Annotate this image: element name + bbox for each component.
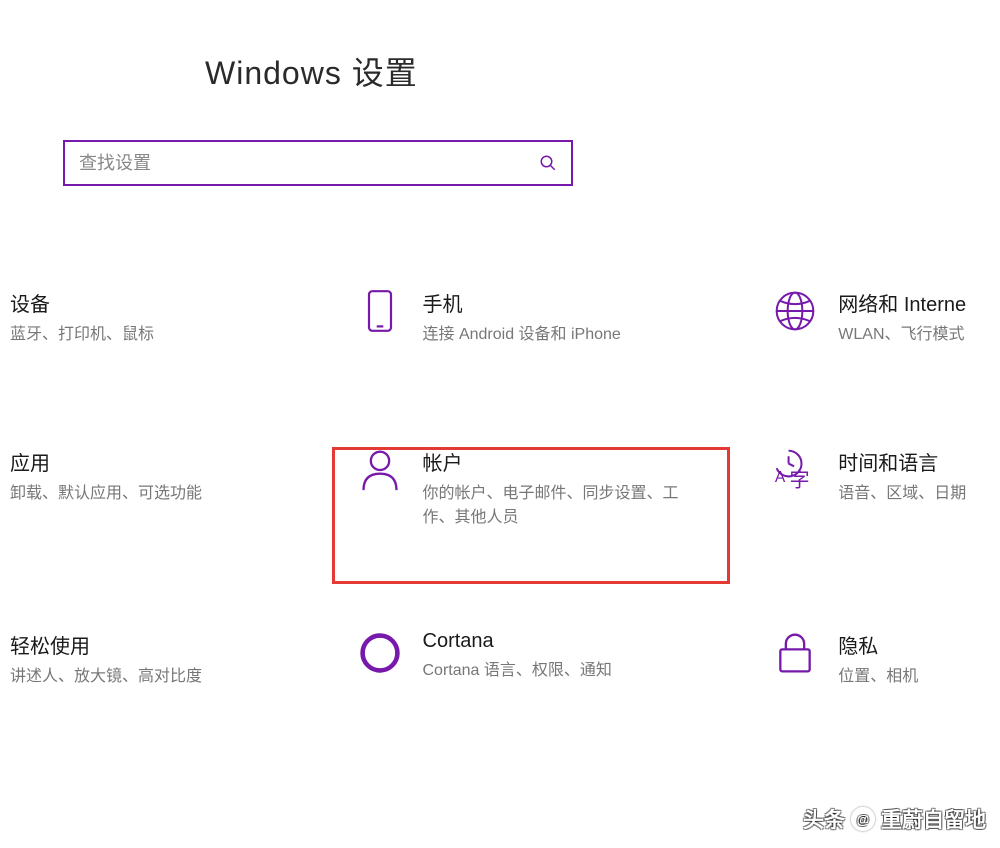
tile-title: 时间和语言 (838, 447, 966, 476)
phone-icon (357, 288, 403, 334)
tile-title: 帐户 (423, 447, 683, 476)
tile-title: 应用 (10, 447, 202, 476)
tile-title: 网络和 Interne (838, 288, 966, 317)
tile-phone[interactable]: 手机 连接 Android 设备和 iPhone (357, 288, 773, 347)
tile-desc: 位置、相机 (838, 665, 918, 689)
tile-title: 设备 (10, 288, 154, 317)
cortana-icon (357, 630, 403, 676)
tile-network[interactable]: 网络和 Interne WLAN、飞行模式 (772, 288, 1000, 347)
tile-apps[interactable]: 应用 卸载、默认应用、可选功能 (10, 447, 357, 506)
tile-desc: 蓝牙、打印机、鼠标 (10, 323, 154, 347)
watermark-prefix: 头条 (803, 804, 845, 834)
tile-title: 轻松使用 (10, 630, 202, 659)
tile-privacy[interactable]: 隐私 位置、相机 (772, 630, 1000, 689)
search-box[interactable] (63, 140, 573, 186)
lock-icon (772, 630, 818, 676)
watermark-at-icon: @ (851, 807, 875, 831)
tile-devices[interactable]: 设备 蓝牙、打印机、鼠标 (10, 288, 357, 347)
tile-desc: 讲述人、放大镜、高对比度 (10, 665, 202, 689)
tile-title: Cortana (423, 630, 612, 653)
watermark: 头条 @ 重蔚自留地 (803, 804, 986, 834)
time-language-icon: 字 A (772, 447, 818, 493)
tile-desc: 你的帐户、电子邮件、同步设置、工作、其他人员 (423, 482, 683, 530)
svg-text:A: A (775, 469, 786, 486)
globe-icon (772, 288, 818, 334)
tile-desc: 连接 Android 设备和 iPhone (423, 323, 621, 347)
svg-text:字: 字 (790, 469, 810, 492)
tile-desc: 卸载、默认应用、可选功能 (10, 482, 202, 506)
tile-accounts[interactable]: 帐户 你的帐户、电子邮件、同步设置、工作、其他人员 (357, 447, 773, 530)
search-icon (539, 154, 557, 172)
tile-desc: 语音、区域、日期 (838, 482, 966, 506)
settings-categories: 设备 蓝牙、打印机、鼠标 手机 连接 Android 设备和 iPhone (10, 288, 1000, 789)
person-icon (357, 447, 403, 493)
search-input[interactable] (79, 153, 539, 174)
tile-title: 隐私 (838, 630, 918, 659)
tile-desc: Cortana 语言、权限、通知 (423, 659, 612, 683)
page-title: Windows 设置 (205, 48, 418, 94)
tile-cortana[interactable]: Cortana Cortana 语言、权限、通知 (357, 630, 773, 683)
tile-title: 手机 (423, 288, 621, 317)
tile-time-language[interactable]: 字 A 时间和语言 语音、区域、日期 (772, 447, 1000, 506)
watermark-text: 重蔚自留地 (881, 804, 986, 834)
tile-desc: WLAN、飞行模式 (838, 323, 966, 347)
tile-ease-of-access[interactable]: 轻松使用 讲述人、放大镜、高对比度 (10, 630, 357, 689)
